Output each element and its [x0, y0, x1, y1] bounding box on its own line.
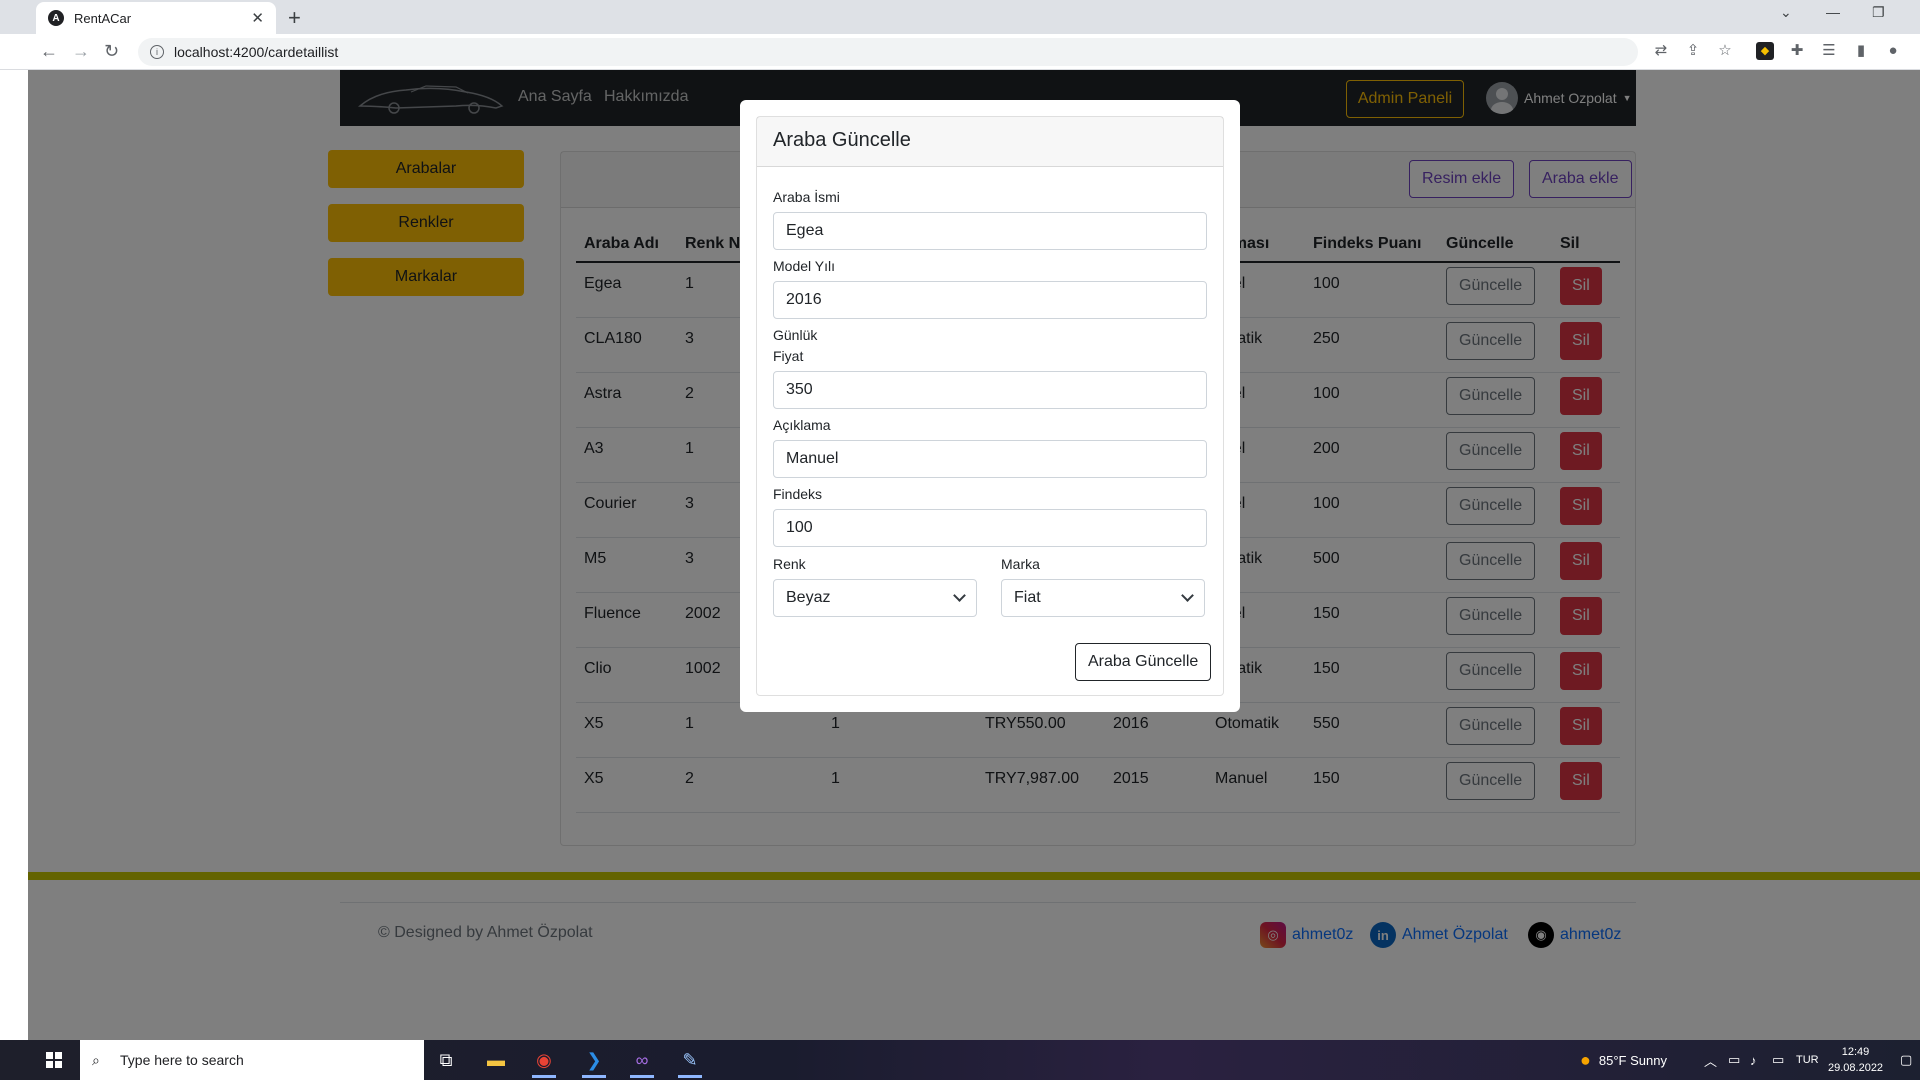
chrome-icon[interactable]: ◉	[528, 1046, 560, 1078]
minimize-icon[interactable]: —	[1826, 4, 1840, 20]
app-icon[interactable]: ✎	[674, 1046, 706, 1078]
back-icon[interactable]: ←	[40, 41, 58, 62]
browser-tabbar: A RentACar ✕ + ⌄ — ❐	[0, 0, 1920, 34]
vscode-icon[interactable]: ❯	[578, 1046, 610, 1078]
findeks-label: Findeks	[773, 486, 823, 502]
chevron-down-icon	[953, 589, 966, 602]
site-info-icon[interactable]: i	[150, 45, 164, 59]
time-text: 12:49	[1841, 1046, 1870, 1058]
display-icon[interactable]: ▭	[1772, 1040, 1784, 1080]
search-icon: ⌕	[92, 1052, 100, 1068]
puzzle-icon[interactable]: ✚	[1788, 42, 1806, 60]
volume-icon[interactable]: ♪	[1750, 1040, 1757, 1080]
page-viewport: Ana Sayfa Hakkımızda Admin Paneli Ahmet …	[28, 70, 1920, 1040]
translate-icon[interactable]: ⇄	[1652, 42, 1670, 60]
reload-icon[interactable]: ↻	[104, 41, 119, 62]
color-label: Renk	[773, 556, 806, 572]
tray-chevron-icon[interactable]: ︿	[1704, 1040, 1717, 1080]
update-car-modal: Araba Güncelle Araba İsmi Egea Model Yıl…	[740, 100, 1240, 712]
browser-tab[interactable]: A RentACar ✕	[36, 2, 276, 34]
color-select-value: Beyaz	[786, 589, 831, 606]
file-explorer-icon[interactable]: ▬	[480, 1046, 512, 1074]
search-placeholder: Type here to search	[120, 1052, 244, 1068]
chevron-down-icon	[1181, 589, 1194, 602]
address-bar: ← → ↻ i localhost:4200/cardetaillist ⇄ ⇪…	[0, 34, 1920, 70]
description-input[interactable]: Manuel	[773, 440, 1207, 478]
clock[interactable]: 12:49 29.08.2022	[1828, 1044, 1883, 1076]
modal-title: Araba Güncelle	[757, 117, 1223, 167]
findeks-input[interactable]: 100	[773, 509, 1207, 547]
bookmark-star-icon[interactable]: ☆	[1716, 42, 1734, 60]
model-year-input[interactable]: 2016	[773, 281, 1207, 319]
date-text: 29.08.2022	[1828, 1062, 1884, 1074]
network-icon[interactable]: ▭	[1728, 1040, 1740, 1080]
notification-icon[interactable]: ▢	[1900, 1040, 1912, 1080]
windows-start-icon[interactable]	[46, 1052, 62, 1068]
weather-widget[interactable]: ● 85°F Sunny	[1580, 1040, 1667, 1080]
description-label: Açıklama	[773, 417, 831, 433]
brand-label: Marka	[1001, 556, 1040, 572]
daily-price-label-1: Günlük	[773, 327, 818, 343]
sun-icon: ●	[1580, 1049, 1591, 1070]
extension-icon[interactable]: ◆	[1756, 42, 1774, 60]
share-icon[interactable]: ⇪	[1684, 42, 1702, 60]
taskbar-left	[0, 1040, 28, 1080]
language-indicator[interactable]: TUR	[1796, 1040, 1819, 1080]
page-left-margin	[0, 70, 28, 1040]
car-name-label: Araba İsmi	[773, 189, 840, 205]
taskbar-search-input[interactable]: ⌕ Type here to search	[80, 1040, 424, 1080]
close-tab-icon[interactable]: ✕	[251, 9, 264, 27]
restore-icon[interactable]: ❐	[1872, 4, 1885, 21]
brand-select-value: Fiat	[1014, 589, 1041, 606]
side-panel-icon[interactable]: ▮	[1852, 42, 1870, 60]
car-name-input[interactable]: Egea	[773, 212, 1207, 250]
brand-select[interactable]: Fiat	[1001, 579, 1205, 617]
url-text: localhost:4200/cardetaillist	[174, 44, 339, 60]
daily-price-input[interactable]: 350	[773, 371, 1207, 409]
new-tab-icon[interactable]: +	[288, 5, 301, 31]
visual-studio-icon[interactable]: ∞	[626, 1046, 658, 1078]
tab-search-icon[interactable]: ⌄	[1780, 4, 1792, 21]
taskbar: ⌕ Type here to search ⧉ ▬ ◉ ❯ ∞ ✎ ● 85°F…	[28, 1040, 1920, 1080]
profile-icon[interactable]: ●	[1884, 42, 1902, 60]
tab-title: RentACar	[74, 10, 132, 26]
update-car-form: Araba Güncelle Araba İsmi Egea Model Yıl…	[756, 116, 1224, 696]
color-select[interactable]: Beyaz	[773, 579, 977, 617]
angular-icon: A	[48, 10, 64, 26]
update-car-button[interactable]: Araba Güncelle	[1075, 643, 1212, 681]
reading-list-icon[interactable]: ☰	[1820, 42, 1838, 60]
forward-icon[interactable]: →	[72, 41, 90, 62]
task-view-icon[interactable]: ⧉	[430, 1046, 462, 1074]
daily-price-label-2: Fiyat	[773, 348, 804, 364]
url-input[interactable]: i localhost:4200/cardetaillist	[138, 38, 1638, 66]
weather-text: 85°F Sunny	[1598, 1052, 1667, 1068]
model-year-label: Model Yılı	[773, 258, 835, 274]
